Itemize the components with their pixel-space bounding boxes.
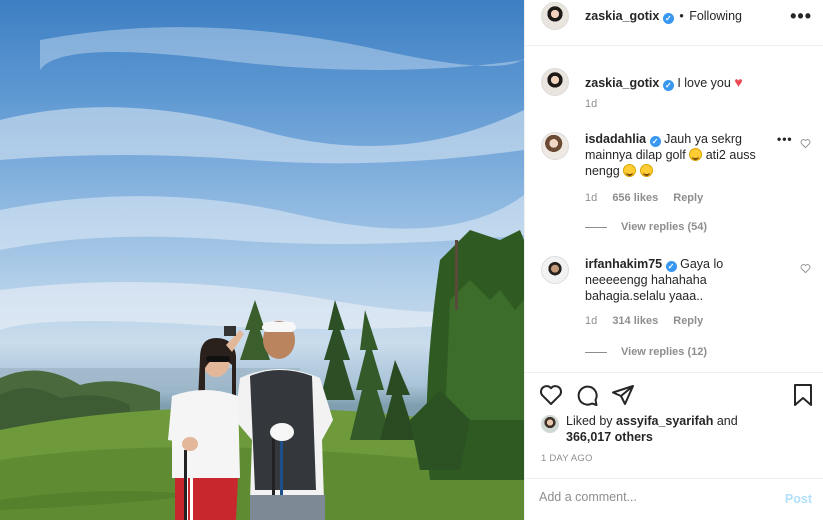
commenter-avatar[interactable] — [541, 256, 569, 284]
author-avatar[interactable] — [541, 2, 569, 30]
reply-button[interactable]: Reply — [673, 315, 703, 327]
add-comment-input[interactable] — [539, 490, 769, 504]
post-comment-button[interactable]: Post — [785, 492, 812, 506]
liker-username[interactable]: assyifa_syarifah — [616, 414, 713, 428]
liked-by-and: and — [716, 414, 738, 428]
comment-options-icon[interactable]: ••• — [777, 132, 793, 146]
grinning-emoji-icon — [623, 164, 637, 177]
reply-button[interactable]: Reply — [673, 192, 703, 204]
caption-body: zaskia_gotix ✓ I love you ♥ — [585, 74, 785, 91]
caption-time[interactable]: 1d — [585, 98, 597, 110]
comment-text-cont: ati2 auss — [705, 148, 756, 162]
post-header: zaskia_gotix ✓ • Following ••• — [525, 0, 823, 46]
comment-body: irfanhakim75 ✓ Gaya lo neeeeengg hahahah… — [585, 256, 765, 304]
red-heart-icon: ♥ — [734, 74, 743, 90]
commenter-avatar[interactable] — [541, 132, 569, 160]
add-comment-bar: Post — [525, 478, 823, 520]
share-paper-plane-icon[interactable] — [611, 383, 635, 407]
caption-text: I love you — [677, 76, 731, 90]
likes-count-button[interactable]: 366,017 others — [566, 430, 653, 444]
author-line: zaskia_gotix ✓ • Following — [585, 8, 742, 24]
grinning-emoji-icon — [689, 148, 703, 161]
replies-divider — [585, 351, 607, 353]
comment-body: isdadahlia ✓ Jauh ya sekrg mainnya dilap… — [585, 131, 783, 179]
caption: zaskia_gotix ✓ I love you ♥ 1d — [541, 68, 811, 128]
post-photo[interactable] — [0, 0, 524, 520]
like-comment-heart-icon[interactable] — [800, 263, 811, 274]
verified-badge-icon: ✓ — [662, 13, 674, 24]
comments-list: zaskia_gotix ✓ I love you ♥ 1d isdadahli… — [525, 46, 823, 372]
caption-avatar[interactable] — [541, 68, 569, 96]
replies-divider — [585, 226, 607, 228]
comment-bubble-icon[interactable] — [575, 383, 599, 407]
comment-text-end: nengg — [585, 164, 620, 178]
post-time-ago[interactable]: 1 DAY AGO — [541, 453, 593, 464]
comment-time[interactable]: 1d — [585, 315, 597, 327]
comment-username[interactable]: irfanhakim75 — [585, 257, 662, 271]
post-side-panel: zaskia_gotix ✓ • Following ••• zaskia_go… — [524, 0, 823, 520]
liked-by-prefix: Liked by — [566, 414, 613, 428]
caption-username[interactable]: zaskia_gotix — [585, 76, 659, 90]
author-username[interactable]: zaskia_gotix — [585, 9, 659, 23]
like-comment-heart-icon[interactable] — [800, 138, 811, 149]
comment-likes[interactable]: 314 likes — [612, 315, 658, 327]
comment-username[interactable]: isdadahlia — [585, 132, 646, 146]
separator-dot: • — [679, 9, 684, 23]
like-heart-icon[interactable] — [539, 383, 563, 407]
view-replies-label: View replies (54) — [621, 221, 708, 233]
comment-meta: 1d 314 likes Reply — [585, 315, 715, 327]
comment-time[interactable]: 1d — [585, 192, 597, 204]
verified-badge-icon: ✓ — [662, 80, 674, 91]
comment-item: isdadahlia ✓ Jauh ya sekrg mainnya dilap… — [541, 132, 811, 236]
comment-likes[interactable]: 656 likes — [612, 192, 658, 204]
caption-meta: 1d — [585, 98, 609, 110]
photo-scene — [0, 27, 524, 520]
view-replies-button[interactable]: View replies (12) — [585, 346, 707, 358]
verified-badge-icon: ✓ — [665, 261, 677, 272]
verified-badge-icon: ✓ — [649, 136, 661, 147]
view-replies-button[interactable]: View replies (54) — [585, 221, 707, 233]
following-button[interactable]: Following — [689, 9, 742, 23]
liker-avatar[interactable] — [541, 415, 559, 433]
save-bookmark-icon[interactable] — [791, 383, 815, 407]
more-dots-icon[interactable]: ••• — [790, 6, 812, 27]
comment-meta: 1d 656 likes Reply — [585, 192, 715, 204]
view-replies-label: View replies (12) — [621, 346, 708, 358]
grinning-emoji-icon — [639, 164, 653, 177]
likes-text: Liked by assyifa_syarifah and 366,017 ot… — [566, 413, 796, 445]
comment-item: irfanhakim75 ✓ Gaya lo neeeeengg hahahah… — [541, 256, 811, 360]
